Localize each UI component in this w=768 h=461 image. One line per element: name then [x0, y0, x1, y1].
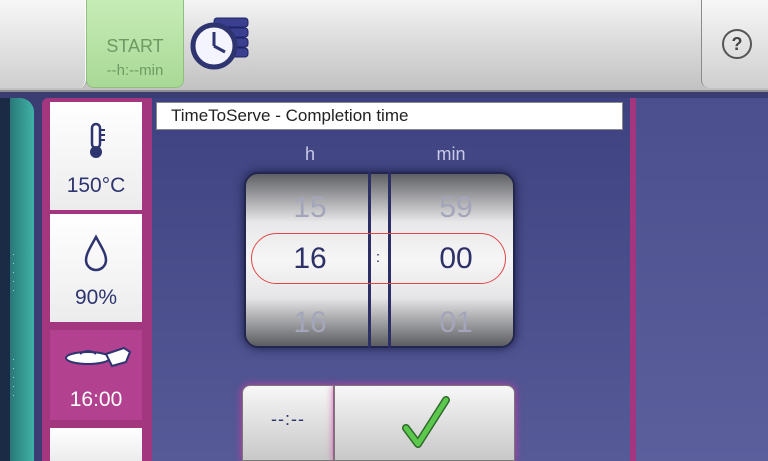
start-time: --h:--min — [106, 62, 164, 79]
temperature-value: 150°C — [66, 174, 126, 197]
hours-next-value[interactable]: 16 — [250, 306, 370, 340]
menu-button[interactable] — [0, 0, 87, 88]
right-background-panel — [636, 98, 768, 461]
clock-stack-icon[interactable] — [190, 12, 252, 74]
minutes-column-label: min — [436, 144, 466, 164]
temperature-tile[interactable]: 150°C — [50, 102, 142, 210]
checkmark-icon — [402, 396, 450, 448]
action-buttons: --:-- — [242, 385, 515, 461]
thermometer-icon — [90, 122, 105, 158]
extra-tile[interactable] — [50, 428, 142, 461]
water-drop-icon — [84, 234, 108, 272]
start-label: START — [106, 36, 164, 56]
time-separator: : — [375, 249, 381, 266]
start-button[interactable]: START --h:--min — [86, 0, 184, 88]
minutes-prev-value[interactable]: 59 — [396, 191, 516, 225]
confirm-button[interactable] — [334, 385, 515, 461]
clear-time-button[interactable]: --:-- — [242, 385, 334, 461]
serving-hand-icon — [65, 346, 132, 368]
serve-time-tile[interactable]: 16:00 — [50, 330, 142, 420]
minutes-next-value[interactable]: 01 — [396, 306, 516, 340]
hours-prev-value[interactable]: 15 — [250, 191, 370, 225]
drag-handle-icon: · · · · · — [12, 355, 15, 400]
help-button[interactable]: ? — [701, 0, 768, 88]
humidity-tile[interactable]: 90% — [50, 214, 142, 322]
serve-time-value: 16:00 — [69, 388, 123, 411]
drag-handle-icon: · · · · · — [12, 250, 15, 295]
minutes-current-value[interactable]: 00 — [396, 242, 516, 276]
panel-title: TimeToServe - Completion time — [156, 102, 623, 130]
help-icon: ? — [722, 29, 752, 59]
hours-column-label: h — [304, 144, 315, 164]
left-edge-shadow — [0, 98, 10, 461]
parameter-sidebar: 150°C 90% 16:00 — [42, 98, 150, 461]
hours-current-value[interactable]: 16 — [250, 242, 370, 276]
humidity-value: 90% — [74, 286, 118, 309]
